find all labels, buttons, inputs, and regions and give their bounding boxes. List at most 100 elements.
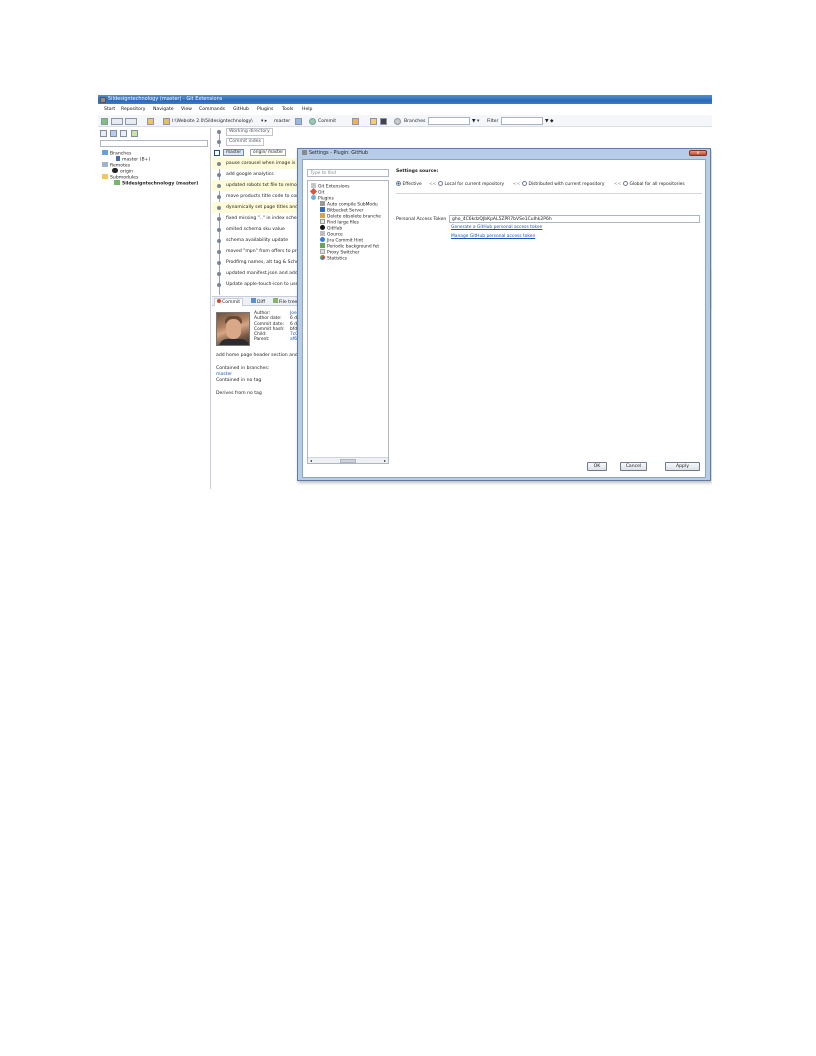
settings-tree-scrollbar[interactable]: ◂ ▸ xyxy=(308,457,388,463)
tree-submodule-item[interactable]: 5ildesigntechnology (master) xyxy=(114,180,198,188)
left-panel: Branches master (B+) Remotes origin Subm… xyxy=(98,128,211,489)
stash-icon[interactable] xyxy=(352,117,359,125)
settings-source-label: Settings source: xyxy=(396,169,439,174)
graph-node xyxy=(217,260,221,265)
manage-token-link[interactable]: Manage GitHub personal access token xyxy=(451,234,535,239)
commit-index-row[interactable]: Commit index xyxy=(212,136,422,147)
branch-icon xyxy=(116,156,120,161)
ok-button[interactable]: OK xyxy=(587,462,607,471)
folder-icon xyxy=(102,174,108,179)
branch-selector[interactable]: master xyxy=(274,118,290,125)
commit-meta: Author: Joe Author date: 6 da Commit date:… xyxy=(254,311,300,343)
settings-icon[interactable] xyxy=(394,117,401,125)
file-icon xyxy=(320,219,325,224)
auto-compile-icon xyxy=(320,201,325,206)
settings-node-statistics[interactable]: Statistics xyxy=(320,255,347,263)
settings-search-input[interactable]: Type to find xyxy=(307,169,389,177)
filter-input[interactable] xyxy=(501,117,543,125)
generate-token-link[interactable]: Generate a GitHub personal access token xyxy=(451,225,542,230)
radio-local[interactable]: Local for current repository xyxy=(438,181,504,188)
menu-plugins[interactable]: Plugins xyxy=(257,107,273,112)
bitbucket-icon xyxy=(320,207,325,212)
pat-label: Personal Access Token xyxy=(396,217,447,222)
proxy-icon xyxy=(320,249,325,254)
folder-icon[interactable] xyxy=(147,117,154,125)
settings-tree: Git Extensions Git Plugins Auto compile … xyxy=(307,180,389,464)
graph-node xyxy=(217,282,221,287)
arrow-separator: << xyxy=(513,182,521,187)
graph-icon[interactable] xyxy=(295,117,302,125)
github-icon xyxy=(112,168,118,173)
graph-node xyxy=(217,205,221,210)
pull-icon[interactable] xyxy=(309,117,316,125)
scroll-right-icon[interactable]: ▸ xyxy=(384,458,386,463)
commit-button[interactable]: Commit xyxy=(318,118,336,125)
git-icon xyxy=(309,187,318,196)
sort-icon[interactable] xyxy=(120,130,127,137)
graph-node xyxy=(217,183,221,188)
graph-node xyxy=(217,216,221,221)
tab-diff[interactable]: Diff xyxy=(249,298,267,306)
tab-file-tree[interactable]: File tree xyxy=(271,298,299,306)
graph-node xyxy=(217,172,221,177)
broom-icon xyxy=(320,213,325,218)
radio-selected-icon xyxy=(396,181,401,186)
menu-github[interactable]: GitHub xyxy=(233,107,249,112)
view-mode-icon[interactable] xyxy=(125,117,137,125)
graph-node xyxy=(217,238,221,243)
menu-tools[interactable]: Tools xyxy=(282,107,293,112)
remotes-icon xyxy=(102,162,108,167)
cancel-button[interactable]: Cancel xyxy=(620,462,647,471)
commit-message: add home page header section and s xyxy=(216,353,302,358)
expand-icon[interactable] xyxy=(100,130,107,137)
branches-label: Branches xyxy=(404,118,426,124)
author-avatar xyxy=(216,312,250,346)
console-icon[interactable] xyxy=(380,117,387,125)
scroll-thumb[interactable] xyxy=(340,459,356,463)
left-search-input[interactable] xyxy=(100,140,208,147)
branch-tag-origin-master[interactable]: origin/ master xyxy=(250,149,287,156)
parent-link[interactable]: af6 xyxy=(290,337,297,342)
open-folder-icon[interactable] xyxy=(163,117,170,125)
pat-input[interactable]: gho_4C6kdzQJbKpAL5ZPR7bVSe1CuIhk2P6h xyxy=(449,215,700,223)
branch-tag-master[interactable]: master xyxy=(223,149,245,156)
dialog-body: Type to find Git Extensions Git Plugins … xyxy=(302,159,706,478)
menu-repository[interactable]: Repository xyxy=(121,107,145,112)
branches-combo[interactable] xyxy=(428,117,470,125)
window-title-bar: 5ildesigntechnology (master) - Git Exten… xyxy=(98,95,712,104)
graph-node xyxy=(217,271,221,276)
gource-icon xyxy=(320,231,325,236)
graph-node xyxy=(217,161,221,166)
menu-start[interactable]: Start xyxy=(104,107,115,112)
branch-selector-arrow-icon[interactable]: ▾ ▸ xyxy=(261,118,267,125)
graph-node xyxy=(217,139,221,144)
filter-options-icon[interactable]: ▼ ▾ xyxy=(472,118,479,125)
pie-chart-icon xyxy=(320,255,325,260)
radio-distributed[interactable]: Distributed with current repository xyxy=(522,181,604,188)
filter-label: Filter xyxy=(487,118,499,124)
filter-icon[interactable]: ▼ ◆ xyxy=(545,118,554,125)
tab-commit[interactable]: Commit xyxy=(214,298,244,306)
diff-icon xyxy=(251,298,256,303)
collapse-icon[interactable] xyxy=(110,130,117,137)
menu-navigate[interactable]: Navigate xyxy=(153,107,174,112)
submodule-icon xyxy=(114,180,120,185)
show-tags-icon[interactable] xyxy=(131,130,138,137)
menu-view[interactable]: View xyxy=(181,107,192,112)
arrow-separator: << xyxy=(614,182,622,187)
menu-commands[interactable]: Commands xyxy=(199,107,225,112)
repo-path[interactable]: I:\Website 2.0\5ildesigntechnology\ xyxy=(172,118,253,125)
radio-global[interactable]: Global for all repositories xyxy=(623,181,685,188)
radio-effective[interactable]: Effective xyxy=(396,181,422,188)
radio-icon xyxy=(522,181,527,186)
layout-icon[interactable] xyxy=(111,117,123,125)
dialog-close-button[interactable]: x xyxy=(689,150,707,156)
apply-button[interactable]: Apply xyxy=(665,462,700,471)
refresh-icon[interactable] xyxy=(101,117,108,125)
app-icon xyxy=(100,96,106,103)
browse-icon[interactable] xyxy=(370,117,377,125)
settings-dialog: Settings - Plugin: GitHub x Type to find… xyxy=(297,148,711,481)
scroll-left-icon[interactable]: ◂ xyxy=(310,458,312,463)
menu-bar: Start Repository Navigate View Commands … xyxy=(98,106,712,114)
menu-help[interactable]: Help xyxy=(302,107,312,112)
